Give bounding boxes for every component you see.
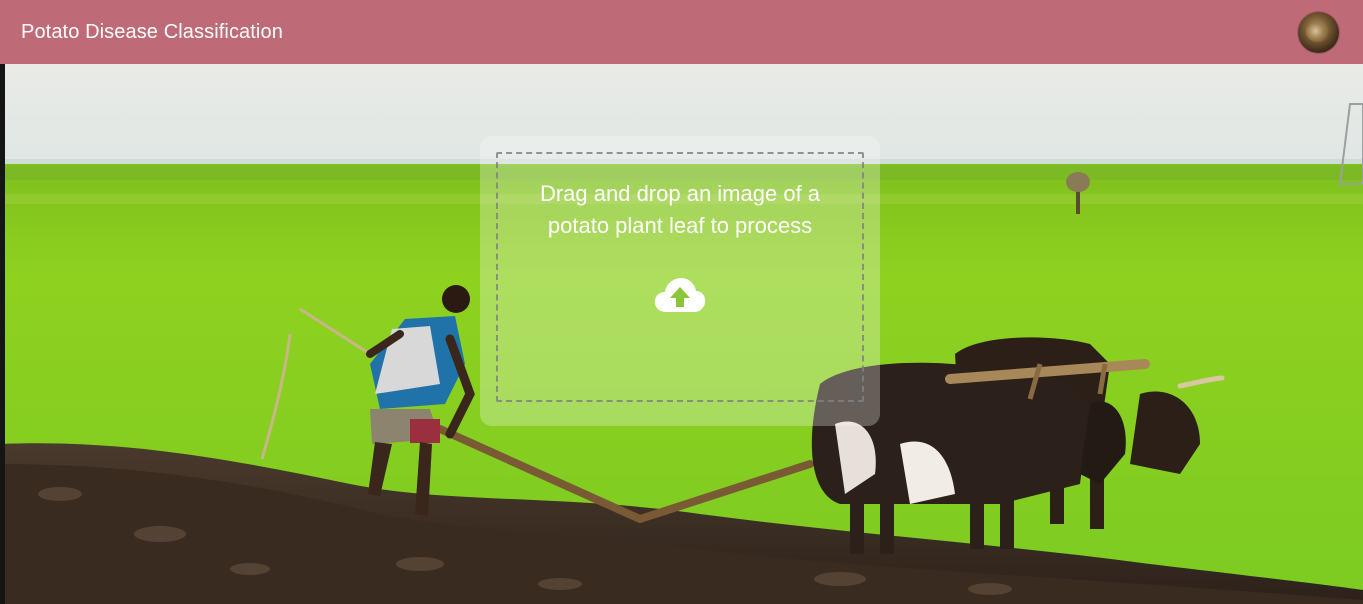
image-dropzone[interactable]: Drag and drop an image of a potato plant… (496, 152, 864, 402)
dropzone-message: Drag and drop an image of a potato plant… (539, 181, 821, 238)
app-title: Potato Disease Classification (21, 20, 283, 43)
avatar[interactable] (1298, 11, 1339, 53)
app-bar: Potato Disease Classification (0, 0, 1363, 64)
cloud-upload-icon (654, 278, 706, 312)
upload-card: Drag and drop an image of a potato plant… (480, 136, 880, 426)
left-edge (0, 64, 5, 604)
